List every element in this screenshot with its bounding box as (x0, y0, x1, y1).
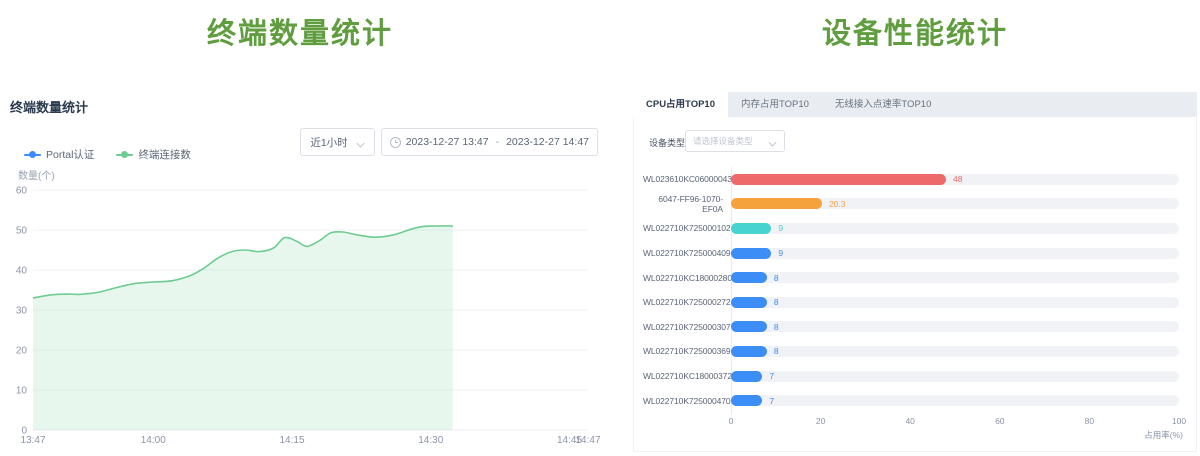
device-name: WL022710K725000102 (643, 223, 723, 233)
bar-x-tick: 40 (905, 416, 914, 426)
device-name: WL022710K725000470 (643, 396, 723, 406)
bar-x-tick: 60 (995, 416, 1004, 426)
device-name: WL022710K725000369 (643, 346, 723, 356)
bar-track: 8 (731, 297, 1179, 308)
svg-text:50: 50 (16, 226, 28, 237)
cpu-top10-bar-chart: WL023610KC06000043 48 6047-FF96-1070-EF0A 2… (643, 167, 1179, 413)
svg-text:10: 10 (16, 386, 28, 397)
bar-row: WL022710KC18000372 7 (643, 364, 1179, 389)
device-type-select[interactable]: 请选择设备类型 (685, 130, 785, 152)
bar-fill (731, 248, 771, 259)
svg-text:14:00: 14:00 (141, 435, 166, 446)
bar-value-label: 7 (769, 371, 774, 381)
bar-x-tick: 0 (729, 416, 734, 426)
svg-text:60: 60 (16, 186, 28, 197)
device-name: WL022710K725000307 (643, 322, 723, 332)
bar-fill (731, 321, 767, 332)
bar-track: 9 (731, 248, 1179, 259)
bar-x-tick: 100 (1172, 416, 1186, 426)
bar-row: WL022710K725000470 7 (643, 388, 1179, 413)
bar-row: WL022710K725000409 9 (643, 241, 1179, 266)
bar-value-label: 8 (774, 322, 779, 332)
bar-row: WL023610KC06000043 48 (643, 167, 1179, 192)
bar-value-label: 9 (778, 223, 783, 233)
svg-text:14:30: 14:30 (418, 435, 443, 446)
bar-track: 8 (731, 321, 1179, 332)
svg-text:14:47: 14:47 (575, 435, 600, 446)
bar-row: WL022710K725000307 8 (643, 315, 1179, 340)
bar-track: 7 (731, 395, 1179, 406)
device-name: WL022710KC18000372 (643, 371, 723, 381)
svg-text:20: 20 (16, 346, 28, 357)
bar-row: WL022710K725000272 8 (643, 290, 1179, 315)
bar-x-tick: 20 (816, 416, 825, 426)
bar-fill (731, 272, 767, 283)
bar-track: 9 (731, 223, 1179, 234)
bar-fill (731, 223, 771, 234)
bar-row: WL022710K725000102 9 (643, 216, 1179, 241)
device-perf-section: 设备性能统计 CPU占用TOP10内存占用TOP10无线接入点速率TOP10 设… (633, 0, 1197, 456)
bar-value-label: 8 (774, 346, 779, 356)
bar-track: 48 (731, 174, 1179, 185)
svg-text:30: 30 (16, 306, 28, 317)
bar-track: 8 (731, 272, 1179, 283)
device-name: 6047-FF96-1070-EF0A (643, 194, 723, 214)
bar-value-label: 7 (769, 396, 774, 406)
device-name: WL022710K725000409 (643, 248, 723, 258)
bar-row: 6047-FF96-1070-EF0A 20.3 (643, 192, 1179, 217)
bar-x-tick: 80 (1085, 416, 1094, 426)
bar-track: 20.3 (731, 198, 1179, 209)
svg-text:13:47: 13:47 (20, 435, 45, 446)
bar-track: 7 (731, 371, 1179, 382)
bar-x-axis: 0 20 40 60 80 100 (633, 416, 1197, 428)
perf-tabs: CPU占用TOP10内存占用TOP10无线接入点速率TOP10 (633, 92, 1197, 117)
svg-text:40: 40 (16, 266, 28, 277)
bar-fill (731, 371, 762, 382)
bar-row: WL022710K725000369 8 (643, 339, 1179, 364)
tab-内存占用TOP10[interactable]: 内存占用TOP10 (728, 92, 822, 117)
bar-value-label: 20.3 (829, 199, 846, 209)
bar-x-axis-name: 占用率(%) (1144, 429, 1183, 441)
tab-CPU占用TOP10[interactable]: CPU占用TOP10 (633, 92, 728, 117)
bar-fill (731, 174, 946, 185)
svg-text:14:15: 14:15 (279, 435, 304, 446)
terminal-line-chart: 010203040506013:4714:0014:1514:3014:4514… (0, 0, 600, 456)
bar-fill (731, 395, 762, 406)
right-section-title: 设备性能统计 (633, 10, 1197, 52)
terminal-stats-section: 终端数量统计 终端数量统计 近1小时 2023-12-27 13:47 - 20… (0, 0, 600, 456)
device-type-label: 设备类型 (649, 136, 685, 149)
bar-value-label: 9 (778, 248, 783, 258)
device-name: WL022710K725000272 (643, 297, 723, 307)
bar-row: WL022710KC18000280 8 (643, 265, 1179, 290)
device-name: WL023610KC06000043 (643, 174, 723, 184)
dashboard: 终端数量统计 终端数量统计 近1小时 2023-12-27 13:47 - 20… (0, 0, 1200, 456)
bar-value-label: 48 (953, 174, 962, 184)
device-type-placeholder: 请选择设备类型 (693, 135, 753, 147)
bar-track: 8 (731, 346, 1179, 357)
chevron-down-icon (768, 137, 777, 146)
bar-fill (731, 346, 767, 357)
bar-value-label: 8 (774, 297, 779, 307)
device-name: WL022710KC18000280 (643, 273, 723, 283)
bar-value-label: 8 (774, 273, 779, 283)
bar-fill (731, 198, 822, 209)
tab-无线接入点速率TOP10[interactable]: 无线接入点速率TOP10 (822, 92, 944, 117)
bar-fill (731, 297, 767, 308)
